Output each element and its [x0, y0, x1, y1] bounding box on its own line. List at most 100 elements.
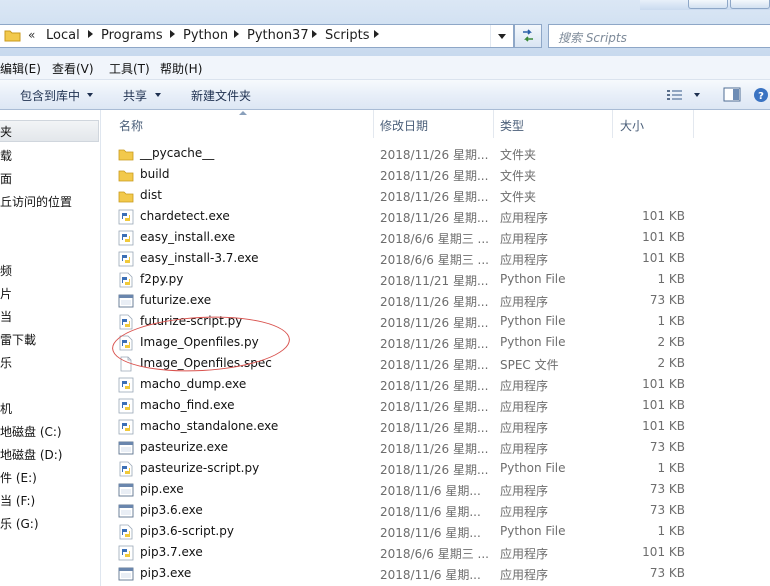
- menu-help[interactable]: 帮助(H): [160, 60, 202, 77]
- file-name[interactable]: pip3.6-script.py: [140, 524, 234, 538]
- nav-item-desktop[interactable]: 面: [0, 170, 12, 187]
- file-name[interactable]: pip3.exe: [140, 566, 191, 580]
- chevron-down-icon[interactable]: [87, 93, 93, 97]
- column-header-size[interactable]: 大小: [620, 110, 644, 138]
- breadcrumb-scripts[interactable]: Scripts: [325, 28, 369, 43]
- menu-view[interactable]: 查看(V): [52, 60, 94, 77]
- file-name[interactable]: easy_install.exe: [140, 230, 235, 244]
- new-folder-button[interactable]: 新建文件夹: [191, 87, 251, 104]
- file-row[interactable]: pip.exe 2018/11/6 星期... 应用程序 73 KB: [101, 480, 770, 501]
- breadcrumb-local[interactable]: Local: [46, 28, 80, 43]
- file-name[interactable]: macho_find.exe: [140, 398, 234, 412]
- maximize-button[interactable]: [688, 0, 728, 9]
- column-header-type[interactable]: 类型: [500, 110, 524, 138]
- breadcrumb-separator-icon[interactable]: [374, 30, 379, 38]
- file-row[interactable]: pip3.6.exe 2018/11/6 星期... 应用程序 73 KB: [101, 501, 770, 522]
- share-button[interactable]: 共享: [123, 87, 147, 104]
- breadcrumb-python37[interactable]: Python37: [247, 28, 309, 43]
- file-row[interactable]: pip3.7.exe 2018/6/6 星期三 ... 应用程序 101 KB: [101, 543, 770, 564]
- breadcrumb-programs[interactable]: Programs: [101, 28, 163, 43]
- file-name[interactable]: chardetect.exe: [140, 209, 230, 223]
- views-dropdown-icon[interactable]: [694, 93, 700, 97]
- search-input[interactable]: 搜索 Scripts: [548, 24, 770, 48]
- breadcrumb-overflow[interactable]: «: [28, 28, 35, 42]
- file-name[interactable]: Image_Openfiles.py: [140, 335, 259, 349]
- nav-item-videos[interactable]: 频: [0, 262, 12, 279]
- menu-tools[interactable]: 工具(T): [109, 60, 150, 77]
- file-name[interactable]: build: [140, 167, 170, 181]
- nav-item-thunder-downloads[interactable]: 雷下載: [0, 331, 36, 348]
- column-header-name[interactable]: 名称: [119, 110, 143, 138]
- nav-item-drive-d[interactable]: 地磁盘 (D:): [0, 446, 62, 463]
- nav-item-favorites[interactable]: 夹: [0, 123, 12, 140]
- file-row[interactable]: pasteurize.exe 2018/11/26 星期... 应用程序 73 KB: [101, 438, 770, 459]
- file-row[interactable]: macho_dump.exe 2018/11/26 星期... 应用程序 101 KB: [101, 375, 770, 396]
- column-header-date[interactable]: 修改日期: [380, 110, 428, 138]
- nav-item-drive-c[interactable]: 地磁盘 (C:): [0, 423, 62, 440]
- file-date: 2018/11/21 星期...: [380, 274, 489, 288]
- file-name[interactable]: pip.exe: [140, 482, 184, 496]
- search-placeholder: 搜索 Scripts: [558, 31, 627, 45]
- include-in-library-button[interactable]: 包含到库中: [20, 87, 80, 104]
- file-row[interactable]: easy_install.exe 2018/6/6 星期三 ... 应用程序 101 …: [101, 228, 770, 249]
- column-divider[interactable]: [612, 110, 613, 138]
- file-row[interactable]: pip3.exe 2018/11/6 星期... 应用程序 73 KB: [101, 564, 770, 585]
- file-name[interactable]: futurize.exe: [140, 293, 211, 307]
- file-name[interactable]: easy_install-3.7.exe: [140, 251, 259, 265]
- close-button[interactable]: [730, 0, 770, 9]
- help-icon[interactable]: ?: [753, 87, 769, 103]
- nav-item-computer[interactable]: 机: [0, 400, 12, 417]
- file-row[interactable]: easy_install-3.7.exe 2018/6/6 星期三 ... 应用程序…: [101, 249, 770, 270]
- breadcrumb-separator-icon[interactable]: [170, 30, 175, 38]
- file-name[interactable]: pip3.6.exe: [140, 503, 203, 517]
- nav-item-documents[interactable]: 当: [0, 308, 12, 325]
- file-row[interactable]: futurize-script.py 2018/11/26 星期... Python…: [101, 312, 770, 333]
- column-divider[interactable]: [373, 110, 374, 138]
- address-bar[interactable]: « Local Programs Python Python37 Scripts: [0, 24, 514, 48]
- file-name[interactable]: pip3.7.exe: [140, 545, 203, 559]
- file-row[interactable]: macho_find.exe 2018/11/26 星期... 应用程序 101 KB: [101, 396, 770, 417]
- file-name[interactable]: dist: [140, 188, 162, 202]
- file-row[interactable]: Image_Openfiles.spec 2018/11/26 星期... SPEC…: [101, 354, 770, 375]
- file-row[interactable]: chardetect.exe 2018/11/26 星期... 应用程序 101 KB: [101, 207, 770, 228]
- nav-item-drive-e[interactable]: 件 (E:): [0, 469, 37, 486]
- preview-pane-icon[interactable]: [723, 87, 741, 102]
- address-history-dropdown[interactable]: [490, 25, 512, 47]
- nav-item-drive-f[interactable]: 当 (F:): [0, 492, 35, 509]
- file-name[interactable]: pasteurize-script.py: [140, 461, 259, 475]
- menu-edit[interactable]: 编辑(E): [0, 60, 41, 77]
- file-row[interactable]: __pycache__ 2018/11/26 星期... 文件夹: [101, 144, 770, 165]
- chevron-down-icon[interactable]: [155, 93, 161, 97]
- app-exe-icon: [118, 503, 134, 519]
- file-name[interactable]: pasteurize.exe: [140, 440, 228, 454]
- file-size: 73 KB: [649, 293, 685, 307]
- views-icon[interactable]: [666, 88, 684, 102]
- file-row[interactable]: futurize.exe 2018/11/26 星期... 应用程序 73 KB: [101, 291, 770, 312]
- file-type: Python File: [500, 272, 566, 286]
- file-row[interactable]: macho_standalone.exe 2018/11/26 星期... 应用程序…: [101, 417, 770, 438]
- nav-item-downloads[interactable]: 载: [0, 147, 12, 164]
- breadcrumb-separator-icon[interactable]: [88, 30, 93, 38]
- file-name[interactable]: Image_Openfiles.spec: [140, 356, 272, 370]
- nav-item-recent-places[interactable]: 丘访问的位置: [0, 193, 72, 210]
- file-name[interactable]: f2py.py: [140, 272, 183, 286]
- file-row[interactable]: pip3.6-script.py 2018/11/6 星期... Python Fi…: [101, 522, 770, 543]
- refresh-button[interactable]: [514, 24, 542, 48]
- column-divider[interactable]: [493, 110, 494, 138]
- file-row[interactable]: dist 2018/11/26 星期... 文件夹: [101, 186, 770, 207]
- file-name[interactable]: __pycache__: [140, 146, 214, 160]
- file-name[interactable]: futurize-script.py: [140, 314, 242, 328]
- file-name[interactable]: macho_standalone.exe: [140, 419, 278, 433]
- breadcrumb-separator-icon[interactable]: [312, 30, 317, 38]
- breadcrumb-python[interactable]: Python: [183, 28, 228, 43]
- nav-item-drive-g[interactable]: 乐 (G:): [0, 515, 39, 532]
- column-divider[interactable]: [693, 110, 694, 138]
- file-row[interactable]: build 2018/11/26 星期... 文件夹: [101, 165, 770, 186]
- nav-item-music[interactable]: 乐: [0, 354, 12, 371]
- file-row[interactable]: f2py.py 2018/11/21 星期... Python File 1 KB: [101, 270, 770, 291]
- file-row[interactable]: pasteurize-script.py 2018/11/26 星期... Pyth…: [101, 459, 770, 480]
- file-name[interactable]: macho_dump.exe: [140, 377, 246, 391]
- breadcrumb-separator-icon[interactable]: [234, 30, 239, 38]
- nav-item-pictures[interactable]: 片: [0, 285, 12, 302]
- file-row[interactable]: Image_Openfiles.py 2018/11/26 星期... Python…: [101, 333, 770, 354]
